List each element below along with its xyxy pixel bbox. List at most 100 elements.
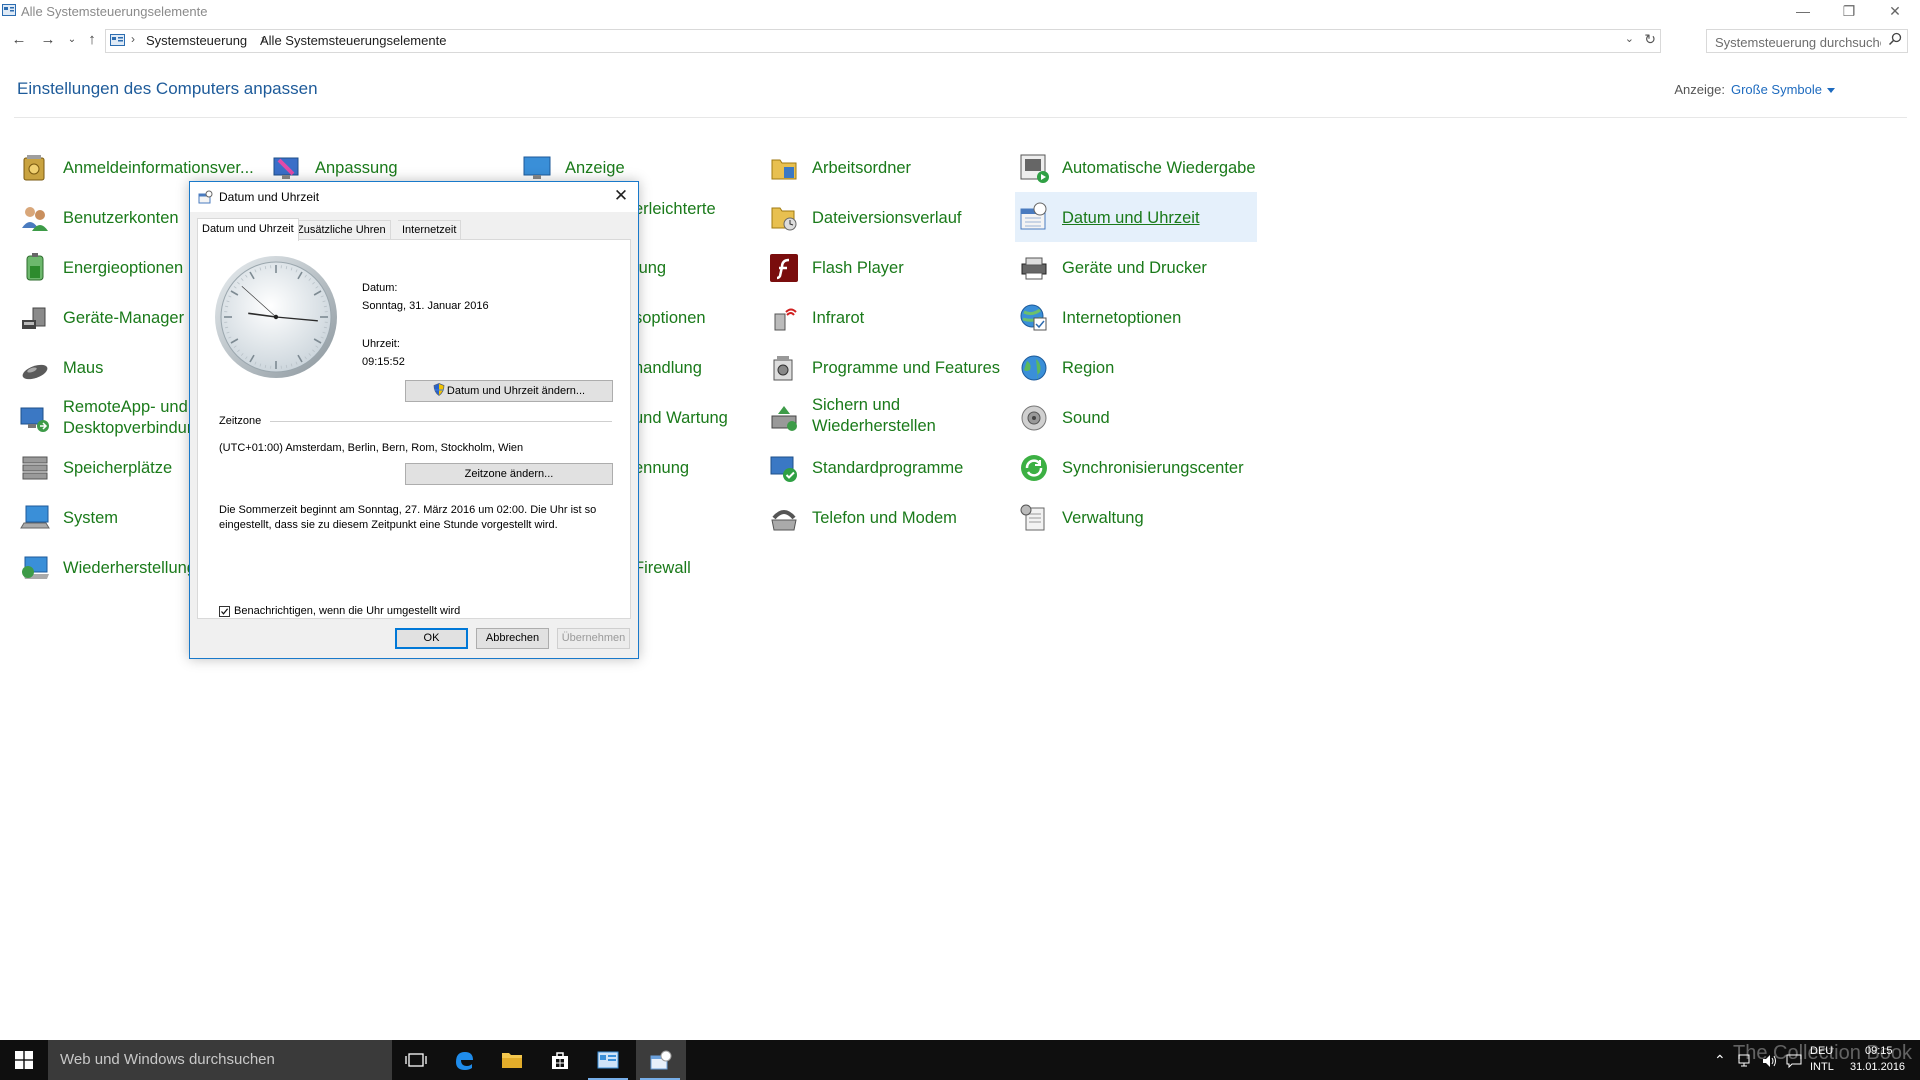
breadcrumb-chevron-icon: › [131,32,135,46]
checkmark-icon [221,608,229,615]
time-value: 09:15:52 [362,356,405,368]
tab-internet-time[interactable]: Internetzeit [398,220,462,240]
control-panel-icon [2,4,16,16]
change-timezone-button[interactable]: Zeitzone ändern... [405,463,613,485]
remoteapp-icon [20,407,49,432]
apply-button[interactable]: Übernehmen [557,628,630,649]
cp-item-devices-printers[interactable]: Geräte und Drucker [1018,247,1258,291]
search-icon[interactable] [1888,32,1902,46]
device-manager-icon [22,307,46,329]
taskbar: Web und Windows durchsuchen ⌃ DEU INTL 0… [0,1040,1920,1080]
task-view-button[interactable] [392,1040,440,1080]
date-time-dialog: Datum und Uhrzeit ✕ Datum und Uhrzeit Zu… [189,181,639,659]
taskbar-search-box[interactable]: Web und Windows durchsuchen [48,1040,392,1080]
default-programs-icon [770,456,797,482]
close-button[interactable]: ✕ [1872,0,1918,24]
timezone-divider [270,421,612,422]
taskbar-edge[interactable] [440,1040,488,1080]
start-button[interactable] [0,1040,48,1080]
window-title: Alle Systemsteuerungselemente [21,4,208,19]
notify-checkbox[interactable] [219,606,230,617]
mouse-icon [22,364,48,380]
cp-item-file-history[interactable]: Dateiversionsverlauf [768,197,1008,241]
tab-panel: Datum: Sonntag, 31. Januar 2016 Uhrzeit:… [197,239,631,619]
search-box[interactable] [1706,29,1908,53]
programs-icon [773,356,793,381]
minimize-button[interactable]: — [1780,0,1826,24]
display-icon [523,156,551,179]
credential-vault-icon [23,155,45,181]
phone-modem-icon [771,510,797,531]
dst-note: Die Sommerzeit beginnt am Sonntag, 27. M… [219,504,597,531]
taskbar-file-explorer[interactable] [488,1040,536,1080]
forward-arrow-icon[interactable]: → [38,30,58,50]
flash-player-icon [770,254,798,282]
cp-item-backup-restore[interactable]: Sichern und Wiederherstellen [768,395,1008,441]
back-arrow-icon[interactable]: ← [9,30,29,50]
view-label: Anzeige: [1674,82,1725,97]
analog-clock [215,256,337,378]
address-dropdown-icon[interactable]: ⌄ [1625,32,1634,45]
cp-item-administrative-tools[interactable]: Verwaltung [1018,497,1258,541]
cp-item-region[interactable]: Region [1018,347,1258,391]
breadcrumb-alle-label: Alle Systemsteuerungselemente [260,33,447,48]
infrared-icon [774,308,797,331]
personalization-icon [273,157,299,179]
ok-button[interactable]: OK [395,628,468,649]
cp-item-default-programs[interactable]: Standardprogramme [768,447,1008,491]
maximize-button[interactable]: ❐ [1826,0,1872,24]
timezone-heading: Zeitzone [219,415,262,427]
cp-item-work-folders[interactable]: Arbeitsordner [768,147,1008,191]
internet-options-icon [1020,304,1047,331]
cp-item-internet-options[interactable]: Internetoptionen [1018,297,1258,341]
sync-center-icon [1021,455,1047,481]
tab-date-time[interactable]: Datum und Uhrzeit [197,218,299,241]
date-time-icon [198,190,213,204]
cp-item-flash-player[interactable]: Flash Player [768,247,1008,291]
users-icon [22,207,48,231]
breadcrumb-systemsteuerung[interactable]: Systemsteuerung [146,33,247,48]
date-value: Sonntag, 31. Januar 2016 [362,300,489,312]
cp-item-sound[interactable]: Sound [1018,397,1258,441]
date-label: Datum: [362,282,398,294]
timezone-value: (UTC+01:00) Amsterdam, Berlin, Bern, Rom… [219,442,524,454]
dialog-title: Datum und Uhrzeit [219,190,320,204]
file-history-icon [771,207,797,231]
page-title: Einstellungen des Computers anpassen [17,79,318,98]
edge-icon [456,1052,473,1070]
notify-checkbox-label[interactable]: Benachrichtigen, wenn die Uhr umgestellt… [234,605,460,617]
autoplay-icon [1020,154,1049,183]
system-icon [20,505,50,529]
show-hidden-icons[interactable]: ⌃ [1714,1052,1726,1069]
cp-item-phone-modem[interactable]: Telefon und Modem [768,497,1008,541]
date-time-icon [650,1050,672,1070]
folder-icon [502,1053,522,1068]
refresh-icon[interactable]: ↻ [1644,31,1656,48]
view-dropdown[interactable]: Große Symbole [1731,82,1822,97]
navigation-bar: ← → ⌄ ↑ › Systemsteuerung › Alle Systems… [0,26,1920,54]
header-divider [14,117,1907,118]
up-arrow-icon[interactable]: ↑ [82,30,102,50]
taskbar-date-time[interactable] [636,1040,686,1080]
dropdown-caret-icon[interactable] [1827,88,1835,94]
address-box[interactable]: › Systemsteuerung › Alle Systemsteuerung… [105,29,1661,53]
breadcrumb-alle-elemente[interactable]: Alle Systemsteuerungselemente [260,33,446,48]
control-panel-icon [110,34,125,46]
recent-locations-icon[interactable]: ⌄ [62,30,82,50]
taskbar-store[interactable] [536,1040,584,1080]
cancel-button[interactable]: Abbrechen [476,628,549,649]
cp-item-sync-center[interactable]: Synchronisierungscenter [1018,447,1258,491]
administrative-tools-icon [1020,504,1045,531]
cp-item-programs-features[interactable]: Programme und Features [768,347,1008,391]
time-label: Uhrzeit: [362,338,400,350]
cp-item-infrared[interactable]: Infrarot [768,297,1008,341]
change-date-time-button[interactable]: Datum und Uhrzeit ändern... [405,380,613,402]
windows-logo-icon [15,1051,33,1069]
tab-additional-clocks[interactable]: Zusätzliche Uhren [292,220,391,240]
dialog-close-button[interactable]: ✕ [610,185,632,207]
taskbar-control-panel[interactable] [584,1040,632,1080]
cp-item-date-time[interactable]: Datum und Uhrzeit [1015,192,1257,242]
window-titlebar: Alle Systemsteuerungselemente — ❐ ✕ [0,0,1920,24]
search-input[interactable] [1713,32,1883,52]
cp-item-autoplay[interactable]: Automatische Wiedergabe [1018,147,1258,191]
